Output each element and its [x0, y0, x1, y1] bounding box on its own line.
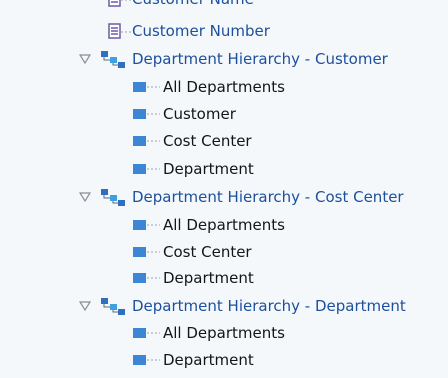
collapse-toggle-icon[interactable] — [78, 190, 92, 204]
hierarchy-icon — [101, 298, 125, 315]
tree-item-label[interactable]: Department — [163, 269, 254, 287]
level-icon — [133, 355, 160, 365]
level-icon — [133, 164, 160, 174]
hierarchy-icon — [101, 51, 125, 68]
tree-item-label[interactable]: Customer Number — [132, 22, 270, 40]
tree-item-label[interactable]: Customer Name — [132, 0, 254, 8]
tree-item-label[interactable]: Department — [163, 160, 254, 178]
dimension-tree: Customer Name Customer Number Department… — [0, 0, 448, 378]
tree-item-label[interactable]: All Departments — [163, 216, 285, 234]
tree-item-label[interactable]: Department Hierarchy - Customer — [132, 50, 388, 68]
hierarchy-icon — [101, 189, 125, 206]
level-icon — [133, 328, 160, 338]
tree-item-label[interactable]: Cost Center — [163, 132, 252, 150]
attribute-icon — [108, 23, 131, 39]
tree-item-label[interactable]: Department — [163, 351, 254, 369]
collapse-toggle-icon[interactable] — [78, 299, 92, 313]
level-icon — [133, 247, 160, 257]
level-icon — [133, 220, 160, 230]
attribute-icon — [108, 0, 131, 7]
tree-item-label[interactable]: All Departments — [163, 78, 285, 96]
collapse-toggle-icon[interactable] — [78, 52, 92, 66]
tree-item-label[interactable]: Cost Center — [163, 243, 252, 261]
level-icon — [133, 109, 160, 119]
level-icon — [133, 82, 160, 92]
tree-item-label[interactable]: Customer — [163, 105, 236, 123]
tree-item-label[interactable]: Department Hierarchy - Department — [132, 297, 406, 315]
level-icon — [133, 273, 160, 283]
tree-item-label[interactable]: All Departments — [163, 324, 285, 342]
tree-item-label[interactable]: Department Hierarchy - Cost Center — [132, 188, 404, 206]
level-icon — [133, 136, 160, 146]
